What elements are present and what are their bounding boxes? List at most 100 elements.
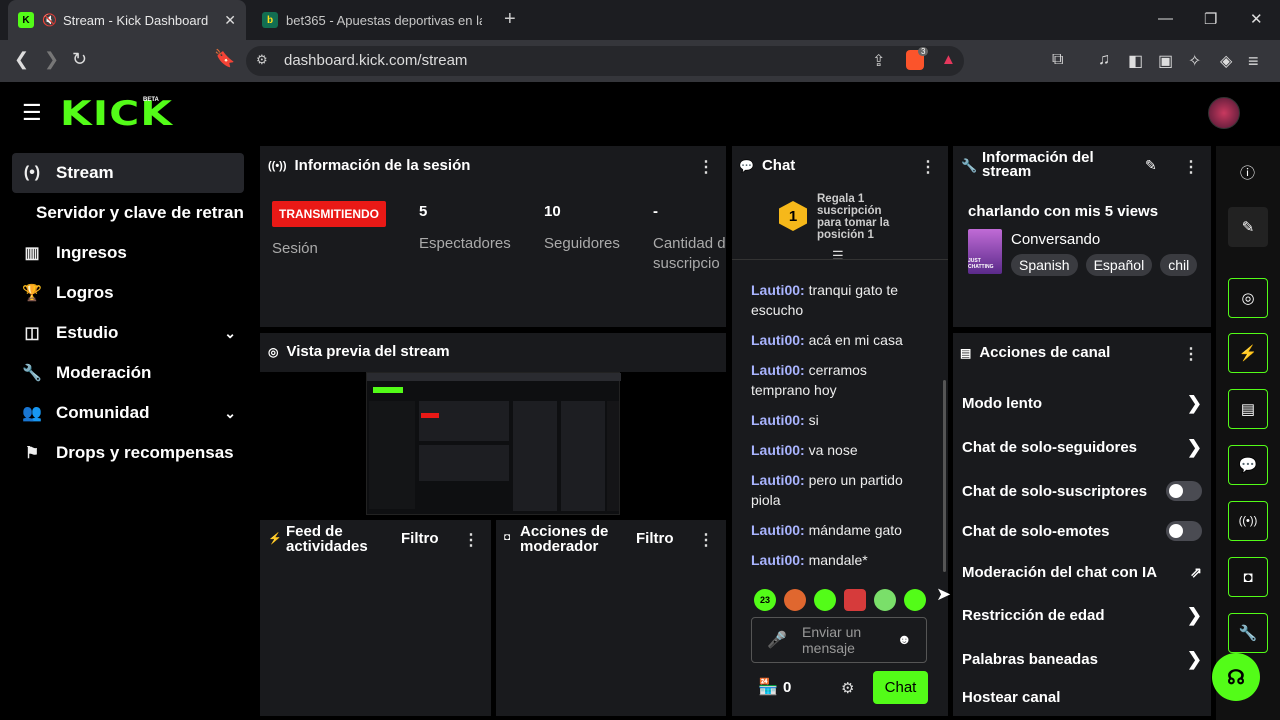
chat-message[interactable]: Lauti00: cerramos temprano hoy	[751, 360, 931, 400]
reader-icon[interactable]: ⧉	[1052, 51, 1063, 69]
microphone-icon[interactable]: 🎤	[767, 630, 787, 650]
chat-username[interactable]: Lauti00:	[751, 332, 805, 348]
rail-mod-icon[interactable]: ◘	[1228, 557, 1268, 597]
chat-message[interactable]: Lauti00: va nose	[751, 440, 931, 460]
emotes-only-toggle[interactable]	[1166, 521, 1202, 541]
promo-line: para tomar la	[817, 217, 890, 229]
chat-message[interactable]: Lauti00: pero un partido piola	[751, 470, 931, 510]
sidebar-item-moderacion[interactable]: 🔧 Moderación	[12, 353, 244, 393]
mute-icon[interactable]: 🔇	[42, 13, 57, 27]
category-name[interactable]: Conversando	[1011, 231, 1100, 248]
emoji-picker-icon[interactable]: ☻	[897, 631, 912, 647]
back-icon[interactable]: ❮	[14, 49, 29, 70]
emote-icon[interactable]	[904, 589, 926, 611]
more-options-icon[interactable]: ⋮	[920, 157, 936, 177]
action-banned-words[interactable]: Palabras baneadas ❯	[962, 649, 1202, 669]
rail-notes-icon[interactable]: ▤	[1228, 389, 1268, 429]
more-options-icon[interactable]: ⋮	[698, 157, 714, 177]
feed-filter-button[interactable]: Filtro	[401, 530, 439, 547]
action-slow-mode[interactable]: Modo lento ❯	[962, 393, 1202, 413]
chat-message[interactable]: Lauti00: tranqui gato te escucho	[751, 280, 931, 320]
sidebar-item-logros[interactable]: 🏆 Logros	[12, 273, 244, 313]
tag-chip[interactable]: Spanish	[1011, 254, 1078, 276]
chat-username[interactable]: Lauti00:	[751, 282, 805, 298]
hamburger-menu-icon[interactable]: ☰	[22, 100, 42, 126]
reload-icon[interactable]: ↻	[72, 49, 87, 70]
kick-favicon-icon: K	[18, 12, 34, 28]
minimize-icon[interactable]: —	[1158, 10, 1173, 27]
sidebar-item-drops[interactable]: ⚑ Drops y recompensas	[12, 433, 244, 473]
share-icon[interactable]: ⇪	[872, 51, 885, 71]
more-options-icon[interactable]: ⋮	[1183, 344, 1199, 364]
chat-username[interactable]: Lauti00:	[751, 362, 805, 378]
emote-icon[interactable]	[784, 589, 806, 611]
rail-wrench-icon[interactable]: 🔧	[1228, 613, 1268, 653]
emote-icon[interactable]	[844, 589, 866, 611]
info-icon[interactable]: ⓘ	[1240, 162, 1255, 183]
brave-rewards-icon[interactable]: ▲	[941, 51, 956, 68]
chat-scrollbar[interactable]	[943, 380, 946, 572]
subs-only-toggle[interactable]	[1166, 481, 1202, 501]
sidebar-item-ingresos[interactable]: ▥ Ingresos	[12, 233, 244, 273]
tab-bet365[interactable]: b bet365 - Apuestas deportivas en la re	[252, 0, 492, 40]
edit-layout-icon[interactable]: ✎	[1228, 207, 1268, 247]
rail-broadcast-icon[interactable]: ((•))	[1228, 501, 1268, 541]
chat-message[interactable]: Lauti00: mandale*	[751, 550, 931, 570]
url-input[interactable]: dashboard.kick.com/stream	[246, 46, 964, 76]
forward-icon[interactable]: ❯	[44, 49, 59, 70]
rail-chat-icon[interactable]: 💬	[1228, 445, 1268, 485]
wallet-icon[interactable]: ▣	[1158, 51, 1173, 71]
new-tab-icon[interactable]: +	[504, 8, 516, 31]
chat-message[interactable]: Lauti00: si	[751, 410, 931, 430]
rail-preview-icon[interactable]: ◎	[1228, 278, 1268, 318]
sidebar-item-server-key[interactable]: Servidor y clave de retransm	[12, 193, 244, 233]
support-headset-icon[interactable]: ☊	[1212, 653, 1260, 701]
send-chat-button[interactable]: Chat	[873, 671, 928, 704]
avatar[interactable]	[1208, 97, 1240, 129]
chat-username[interactable]: Lauti00:	[751, 552, 805, 568]
site-info-icon[interactable]: ⚙	[256, 52, 268, 68]
more-options-icon[interactable]: ⋮	[698, 530, 714, 550]
action-ai-moderation[interactable]: Moderación del chat con IA ⇗	[962, 564, 1202, 581]
expand-leaderboard-icon[interactable]: ☰	[832, 248, 844, 264]
store-icon[interactable]: 🏪	[758, 677, 778, 697]
media-icon[interactable]: ♫	[1098, 51, 1110, 69]
vpn-icon[interactable]: ◈	[1220, 51, 1232, 71]
chat-username[interactable]: Lauti00:	[751, 412, 805, 428]
mod-filter-button[interactable]: Filtro	[636, 530, 674, 547]
viewers-label: Espectadores	[419, 235, 511, 252]
action-host-channel[interactable]: Hostear canal	[962, 689, 1202, 706]
tag-chip[interactable]: chil	[1160, 254, 1197, 276]
bookmark-icon[interactable]: 🔖	[214, 49, 235, 69]
emote-icon[interactable]	[814, 589, 836, 611]
sidebar-item-estudio[interactable]: ◫ Estudio ⌄	[12, 313, 244, 353]
category-thumbnail[interactable]: JUST CHATTING	[968, 229, 1002, 274]
action-age-restriction[interactable]: Restricción de edad ❯	[962, 605, 1202, 625]
more-options-icon[interactable]: ⋮	[463, 530, 479, 550]
chat-username[interactable]: Lauti00:	[751, 472, 805, 488]
stream-title: charlando con mis 5 views	[968, 203, 1159, 220]
sidebar-toggle-icon[interactable]: ◧	[1128, 51, 1143, 71]
chat-username[interactable]: Lauti00:	[751, 442, 805, 458]
close-window-icon[interactable]: ✕	[1250, 10, 1263, 28]
chat-settings-icon[interactable]: ⚙	[841, 679, 854, 697]
emote-icon[interactable]	[874, 589, 896, 611]
chat-message[interactable]: Lauti00: mándame gato	[751, 520, 931, 540]
tag-chip[interactable]: Español	[1085, 254, 1153, 276]
edit-pencil-icon[interactable]: ✎	[1145, 157, 1157, 174]
close-tab-icon[interactable]: ✕	[224, 12, 236, 29]
stream-preview-video[interactable]	[366, 372, 621, 515]
actions-icon: ▤	[960, 345, 972, 360]
rail-activity-icon[interactable]: ⚡	[1228, 333, 1268, 373]
sidebar-item-comunidad[interactable]: 👥 Comunidad ⌄	[12, 393, 244, 433]
chat-message[interactable]: Lauti00: acá en mi casa	[751, 330, 931, 350]
maximize-icon[interactable]: ❐	[1204, 10, 1217, 28]
tab-kick-dashboard[interactable]: K 🔇 Stream - Kick Dashboard ✕	[8, 0, 246, 40]
more-options-icon[interactable]: ⋮	[1183, 157, 1199, 177]
sidebar-item-stream[interactable]: (•) Stream	[12, 153, 244, 193]
leo-ai-icon[interactable]: ✧	[1188, 51, 1201, 71]
action-followers-only[interactable]: Chat de solo-seguidores ❯	[962, 437, 1202, 457]
chat-username[interactable]: Lauti00:	[751, 522, 805, 538]
emote-icon[interactable]: 23	[754, 589, 776, 611]
menu-icon[interactable]: ≡	[1248, 51, 1259, 72]
